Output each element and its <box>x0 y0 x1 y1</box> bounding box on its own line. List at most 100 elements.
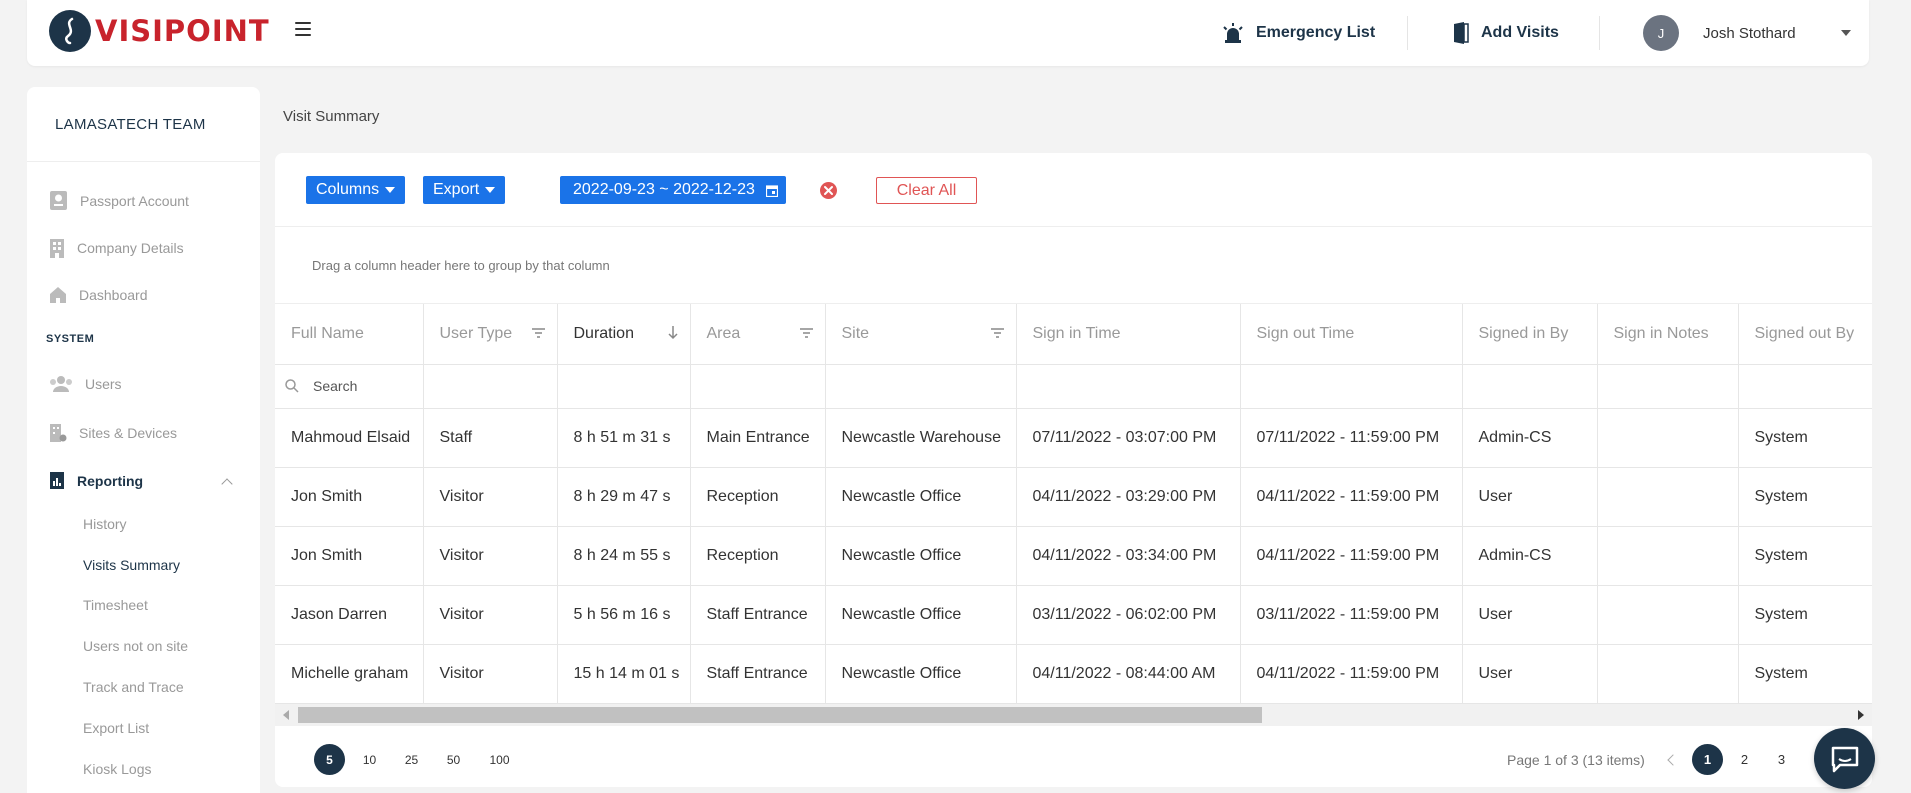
header-row: Full Name User Type Duration Area Site S… <box>275 304 1872 365</box>
cell-site: Newcastle Office <box>825 585 1017 645</box>
cell-full-name: Jason Darren <box>275 585 424 645</box>
page-size-25[interactable]: 25 <box>396 744 427 775</box>
filter-cell[interactable] <box>825 364 1017 409</box>
filter-cell[interactable] <box>690 364 826 409</box>
sidebar-sub-history[interactable]: History <box>83 516 127 532</box>
sidebar: LAMASATECH TEAM Passport Account Company… <box>27 87 260 793</box>
report-panel: Columns Export 2022-09-23 ~ 2022-12-23 C… <box>275 153 1872 787</box>
scroll-right-icon[interactable] <box>1858 710 1864 720</box>
sidebar-item-company-details[interactable]: Company Details <box>49 238 184 258</box>
sidebar-item-users[interactable]: Users <box>49 375 122 393</box>
home-icon <box>50 287 66 303</box>
section-label-system: SYSTEM <box>46 333 95 345</box>
top-header: VISIPOINT Emergency List Add Visits J Jo… <box>27 0 1869 66</box>
table-row[interactable]: Jon Smith Visitor 8 h 24 m 55 s Reception Ne… <box>275 526 1872 586</box>
column-header-sign-in-time[interactable]: Sign in Time <box>1016 304 1241 365</box>
filter-cell[interactable] <box>1462 364 1598 409</box>
table-row[interactable]: Jason Darren Visitor 5 h 56 m 16 s Staff En… <box>275 585 1872 645</box>
cell-sign-out-time: 03/11/2022 - 11:59:00 PM <box>1240 585 1463 645</box>
sidebar-sub-timesheet[interactable]: Timesheet <box>83 597 148 613</box>
filter-cell[interactable] <box>557 364 691 409</box>
export-dropdown-button[interactable]: Export <box>423 176 506 204</box>
group-hint: Drag a column header here to group by th… <box>312 258 610 273</box>
report-icon <box>50 472 64 489</box>
table-row[interactable]: Michelle graham Visitor 15 h 14 m 01 s Staf… <box>275 644 1872 704</box>
filter-icon[interactable] <box>531 328 545 338</box>
page-1[interactable]: 1 <box>1692 744 1723 775</box>
chevron-down-icon <box>1841 30 1851 36</box>
page-size-5[interactable]: 5 <box>314 744 345 775</box>
page-info: Page 1 of 3 (13 items) <box>1507 752 1645 768</box>
table-row[interactable]: Jon Smith Visitor 8 h 29 m 47 s Reception Ne… <box>275 467 1872 527</box>
page-size-100[interactable]: 100 <box>484 744 515 775</box>
cell-area: Staff Entrance <box>690 585 826 645</box>
filter-icon[interactable] <box>990 328 1004 338</box>
column-header-signed-in-by[interactable]: Signed in By <box>1462 304 1598 365</box>
search-cell[interactable]: Search <box>275 364 424 409</box>
clear-all-button[interactable]: Clear All <box>876 177 977 204</box>
cell-duration: 8 h 29 m 47 s <box>557 467 691 527</box>
scrollbar-thumb[interactable] <box>298 707 1262 723</box>
toolbar: Columns Export 2022-09-23 ~ 2022-12-23 C… <box>275 153 1872 227</box>
sidebar-sub-kiosk-logs[interactable]: Kiosk Logs <box>83 761 151 777</box>
emergency-list-link[interactable]: Emergency List <box>1222 0 1375 66</box>
sidebar-item-passport-account[interactable]: Passport Account <box>49 190 189 211</box>
visipoint-logo[interactable]: VISIPOINT <box>49 10 270 52</box>
columns-dropdown-button[interactable]: Columns <box>306 176 406 204</box>
cell-signed-in-by: Admin-CS <box>1462 408 1598 468</box>
cell-user-type: Visitor <box>423 467 558 527</box>
date-range-value: 2022-09-23 ~ 2022-12-23 <box>573 181 755 198</box>
chevron-up-icon[interactable] <box>221 478 233 490</box>
add-visits-link[interactable]: Add Visits <box>1453 0 1559 66</box>
column-header-site[interactable]: Site <box>825 304 1017 365</box>
filter-cell[interactable] <box>1738 364 1872 409</box>
filter-cell[interactable] <box>423 364 558 409</box>
cell-user-type: Visitor <box>423 526 558 586</box>
horizontal-scrollbar[interactable] <box>275 704 1872 726</box>
filter-cell[interactable] <box>1240 364 1463 409</box>
page-size-50[interactable]: 50 <box>438 744 469 775</box>
cell-full-name: Michelle graham <box>275 644 424 704</box>
sidebar-item-dashboard[interactable]: Dashboard <box>49 286 148 304</box>
add-visits-label: Add Visits <box>1481 24 1559 41</box>
filter-cell[interactable] <box>1016 364 1241 409</box>
sidebar-sub-export-list[interactable]: Export List <box>83 720 149 736</box>
sidebar-sub-track-and-trace[interactable]: Track and Trace <box>83 679 184 695</box>
column-header-signed-out-by[interactable]: Signed out By <box>1738 304 1872 365</box>
cell-sign-out-time: 07/11/2022 - 11:59:00 PM <box>1240 408 1463 468</box>
page-size-10[interactable]: 10 <box>354 744 385 775</box>
user-menu[interactable]: J Josh Stothard <box>1643 0 1851 66</box>
cell-duration: 15 h 14 m 01 s <box>557 644 691 704</box>
page-3[interactable]: 3 <box>1766 744 1797 775</box>
date-range-picker[interactable]: 2022-09-23 ~ 2022-12-23 <box>560 176 786 204</box>
column-header-user-type[interactable]: User Type <box>423 304 558 365</box>
table-row[interactable]: Mahmoud Elsaid Staff 8 h 51 m 31 s Main Ent… <box>275 408 1872 468</box>
column-header-sign-out-time[interactable]: Sign out Time <box>1240 304 1463 365</box>
column-header-duration[interactable]: Duration <box>557 304 691 365</box>
clear-date-icon[interactable] <box>819 181 838 200</box>
sidebar-sub-users-not-on-site[interactable]: Users not on site <box>83 638 188 654</box>
column-header-sign-in-notes[interactable]: Sign in Notes <box>1597 304 1739 365</box>
cell-site: Newcastle Office <box>825 467 1017 527</box>
search-input[interactable]: Search <box>313 378 357 394</box>
sidebar-item-reporting[interactable]: Reporting <box>49 471 143 490</box>
chevron-left-icon[interactable] <box>1667 754 1679 766</box>
column-header-area[interactable]: Area <box>690 304 826 365</box>
filter-icon[interactable] <box>799 328 813 338</box>
cell-duration: 8 h 51 m 31 s <box>557 408 691 468</box>
chat-widget-button[interactable] <box>1814 728 1875 789</box>
cell-signed-out-by: System <box>1738 644 1872 704</box>
cell-duration: 5 h 56 m 16 s <box>557 585 691 645</box>
sidebar-sub-visits-summary[interactable]: Visits Summary <box>83 557 180 573</box>
calendar-icon <box>766 185 778 197</box>
column-header-full-name[interactable]: Full Name <box>275 304 424 365</box>
group-panel[interactable]: Drag a column header here to group by th… <box>275 228 1872 304</box>
page-2[interactable]: 2 <box>1729 744 1760 775</box>
scroll-left-icon[interactable] <box>283 710 289 720</box>
filter-cell[interactable] <box>1597 364 1739 409</box>
cell-sign-in-time: 07/11/2022 - 03:07:00 PM <box>1016 408 1241 468</box>
logo-mark-icon <box>49 10 91 52</box>
sort-descending-icon[interactable] <box>667 326 678 340</box>
sidebar-item-sites-devices[interactable]: Sites & Devices <box>49 423 177 443</box>
menu-toggle-icon[interactable] <box>295 22 311 36</box>
